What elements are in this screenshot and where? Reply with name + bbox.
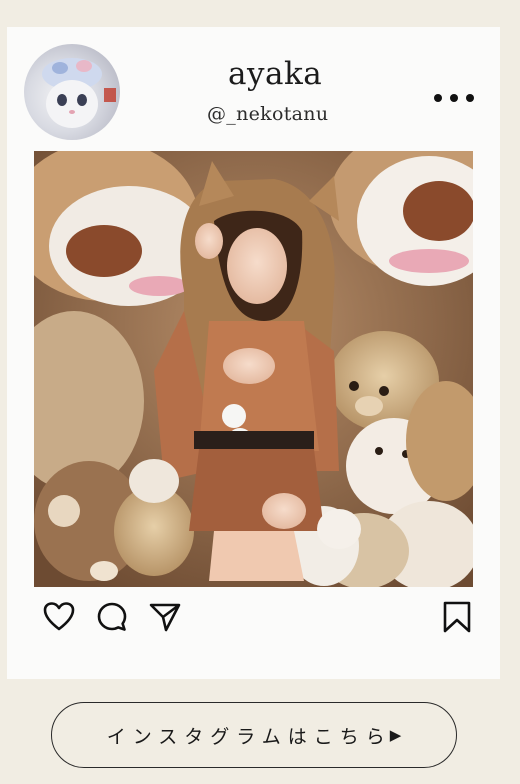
heart-icon[interactable] bbox=[42, 600, 76, 634]
cat-avatar-image bbox=[42, 58, 116, 128]
instagram-link-button[interactable]: インスタグラムはこちら ▶ bbox=[51, 702, 457, 768]
profile-handle[interactable]: @_nekotanu bbox=[207, 103, 328, 125]
dot bbox=[434, 94, 442, 102]
post-photo-illustration bbox=[34, 151, 473, 587]
bookmark-icon[interactable] bbox=[440, 600, 474, 634]
profile-name[interactable]: ayaka bbox=[228, 56, 322, 92]
more-horizontal-icon[interactable] bbox=[434, 90, 474, 106]
play-arrow-icon: ▶ bbox=[389, 726, 402, 744]
instagram-link-label: インスタグラムはこちら bbox=[106, 725, 392, 748]
comment-icon[interactable] bbox=[95, 600, 129, 634]
profile-avatar[interactable] bbox=[24, 44, 120, 140]
dot bbox=[450, 94, 458, 102]
dot bbox=[466, 94, 474, 102]
post-photo[interactable] bbox=[34, 151, 473, 587]
send-icon[interactable] bbox=[148, 600, 182, 634]
